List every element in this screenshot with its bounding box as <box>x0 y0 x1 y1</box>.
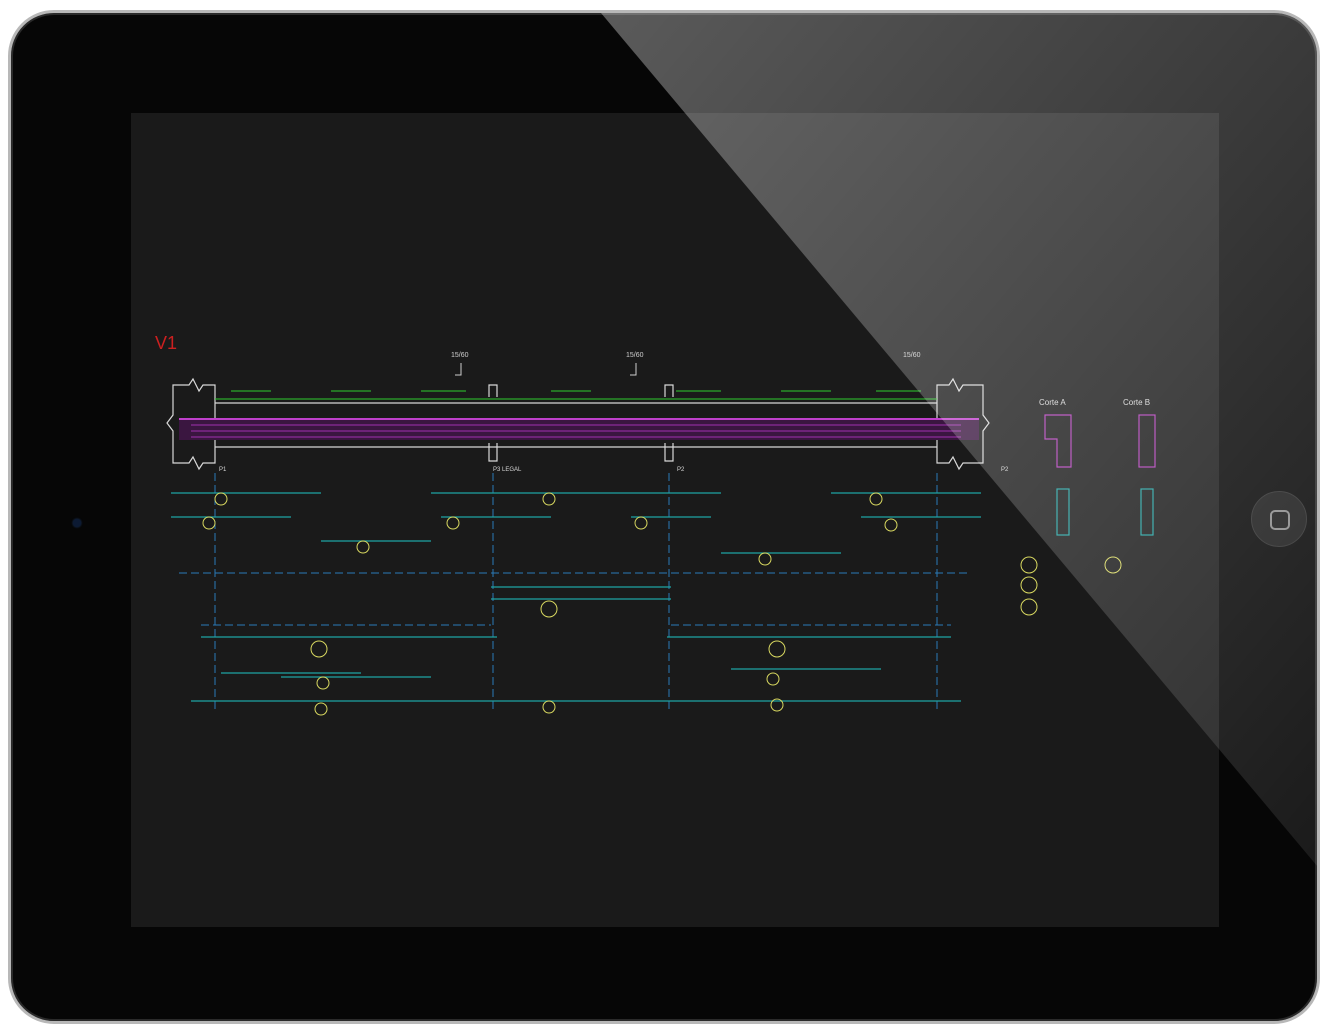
stirrup-band <box>179 418 979 440</box>
section-stirrups <box>1044 414 1156 468</box>
column-dim-2: 15/60 <box>626 352 644 359</box>
cad-viewport[interactable]: V1 15/60 15/60 15/60 P1 P3 LEGAL P2 P2 C… <box>131 113 1219 927</box>
column-dim-3: 15/60 <box>903 352 921 359</box>
section-a-label: Corte A <box>1039 398 1066 407</box>
bar-marks <box>202 492 1122 716</box>
section-bars <box>1056 488 1154 536</box>
tablet-device: V1 15/60 15/60 15/60 P1 P3 LEGAL P2 P2 C… <box>8 10 1320 1024</box>
column-dim-1: 15/60 <box>451 352 469 359</box>
beam-label: V1 <box>155 333 177 353</box>
home-square-glyph <box>1270 510 1290 530</box>
top-steel <box>215 390 937 400</box>
home-button-icon[interactable] <box>1251 491 1307 547</box>
front-camera-icon <box>73 519 81 527</box>
cad-drawing: V1 15/60 15/60 15/60 P1 P3 LEGAL P2 P2 C… <box>155 333 1156 716</box>
support-label-1: P1 <box>219 467 227 473</box>
support-label-2: P3 LEGAL <box>493 467 522 473</box>
support-label-3: P2 <box>677 467 685 473</box>
support-label-4: P2 <box>1001 467 1009 473</box>
section-b-label: Corte B <box>1123 398 1150 407</box>
rebar-lines <box>171 492 981 702</box>
